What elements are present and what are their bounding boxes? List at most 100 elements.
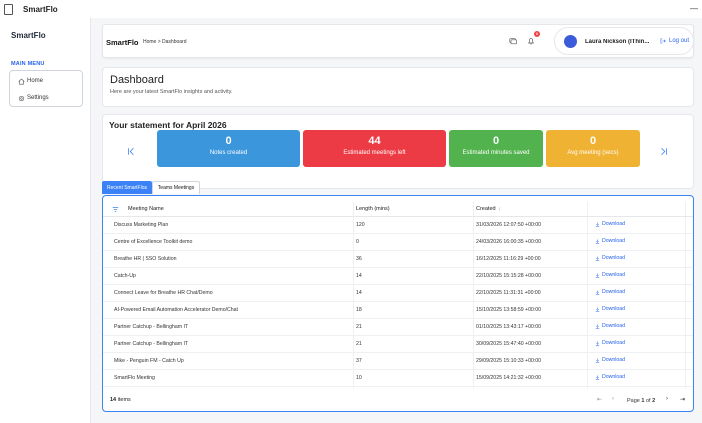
download-icon — [595, 290, 600, 295]
sidebar-item-label: Home — [27, 78, 44, 84]
logout-button[interactable]: Log out — [660, 38, 689, 44]
stat-minutes-saved: 0 Estimated minutes saved — [449, 130, 543, 167]
stat-value: 0 — [589, 135, 597, 147]
download-button[interactable]: Download — [595, 374, 625, 380]
meeting-created: 15/10/2025 13:58:59 +00:00 — [476, 307, 542, 313]
page-subtitle: Here are your latest SmartFlo insights a… — [110, 89, 233, 95]
main-menu-title: MAIN MENU — [11, 61, 45, 67]
main-menu: Home Settings — [9, 70, 83, 107]
title-bar: SmartFlo — — [0, 0, 702, 18]
table-row[interactable]: AI-Powered Email Automation Accelerator … — [103, 302, 693, 319]
download-label: Download — [602, 323, 626, 329]
table-row[interactable]: Centre of Excellence Toolkit demo 0 24/03/… — [103, 234, 693, 251]
first-page-icon[interactable] — [127, 147, 135, 156]
download-button[interactable]: Download — [595, 323, 625, 329]
sidebar-brand: SmartFlo — [11, 31, 46, 40]
meeting-length: 0 — [356, 239, 359, 245]
download-button[interactable]: Download — [595, 255, 625, 261]
table-footer: 14 items ⇤ ‹ Page 1 of 2 › ⇥ — [103, 391, 693, 409]
download-button[interactable]: Download — [595, 272, 625, 278]
filter-icon[interactable] — [112, 206, 119, 213]
meeting-created: 29/09/2025 15:10:33 +00:00 — [476, 358, 542, 364]
meeting-created: 24/03/2026 16:00:35 +00:00 — [476, 239, 542, 245]
download-label: Download — [602, 221, 626, 227]
messages-icon[interactable] — [509, 37, 517, 45]
stat-value: 0 — [492, 135, 500, 147]
item-count-label: items — [117, 397, 131, 403]
next-page-button[interactable]: › — [666, 396, 668, 402]
download-icon — [595, 341, 600, 346]
download-label: Download — [602, 374, 626, 380]
logout-icon — [660, 38, 666, 44]
meeting-length: 21 — [356, 324, 362, 330]
item-count-value: 14 — [110, 397, 117, 403]
download-button[interactable]: Download — [595, 289, 625, 295]
stat-notes-created: 0 Notes created — [157, 130, 300, 167]
download-icon — [595, 324, 600, 329]
stat-label: Notes created — [209, 150, 248, 156]
last-page-icon[interactable] — [660, 147, 668, 156]
tab-teams-meetings[interactable]: Teams Meetings — [152, 181, 200, 194]
meeting-name: SmartFlo Meeting — [114, 375, 155, 381]
download-button[interactable]: Download — [595, 340, 625, 346]
download-icon — [595, 358, 600, 363]
table-row[interactable]: Connect Leave for Breathe HR Chat/Demo 14… — [103, 285, 693, 302]
stat-label: Estimated meetings left — [343, 150, 406, 156]
dashboard-card: Dashboard Here are your latest SmartFlo … — [102, 67, 694, 107]
meeting-name: Mike - Penguin FM - Catch Up — [114, 358, 184, 364]
meeting-created: 31/03/2026 12:07:50 +00:00 — [476, 222, 542, 228]
download-button[interactable]: Download — [595, 238, 625, 244]
page-label: Page — [627, 398, 640, 404]
app-icon — [4, 3, 13, 15]
column-header-length[interactable]: Length (mins) — [356, 206, 390, 212]
meeting-created: 30/09/2025 15:47:40 +00:00 — [476, 341, 542, 347]
table-row[interactable]: Partner Catchup - Bellingham IT 21 01/10/2… — [103, 319, 693, 336]
table-row[interactable]: Mike - Penguin FM - Catch Up 37 29/09/2025… — [103, 353, 693, 370]
breadcrumb: Home > Dashboard — [143, 39, 187, 45]
window-title: SmartFlo — [23, 4, 58, 14]
download-icon — [595, 256, 600, 261]
download-button[interactable]: Download — [595, 357, 625, 363]
meeting-created: 22/10/2025 11:31:31 +00:00 — [476, 290, 541, 296]
download-label: Download — [602, 357, 626, 363]
logout-label: Log out — [669, 38, 690, 44]
page-indicator: Page 1 of 2 — [627, 398, 655, 404]
user-name: Laura Nickson (IThin... — [585, 39, 650, 45]
table-row[interactable]: Discuss Marketing Plan 120 31/03/2026 12:0… — [103, 217, 693, 234]
meeting-name: Breathe HR | SSO Solution — [114, 256, 177, 262]
meeting-length: 10 — [356, 375, 362, 381]
meeting-length: 120 — [356, 222, 365, 228]
meeting-length: 14 — [356, 273, 362, 279]
table-row[interactable]: Partner Catchup - Bellingham IT 21 30/09/2… — [103, 336, 693, 353]
statement-card: Your statement for April 2026 0 Notes cr… — [102, 114, 694, 189]
download-button[interactable]: Download — [595, 306, 625, 312]
first-page-button[interactable]: ⇤ — [597, 396, 602, 403]
column-header-name[interactable]: Meeting Name — [128, 206, 164, 212]
download-label: Download — [602, 255, 626, 261]
table-row[interactable]: SmartFlo Meeting 10 15/09/2025 14:21:32 +0… — [103, 370, 693, 387]
prev-page-button[interactable]: ‹ — [612, 396, 614, 402]
last-page-button[interactable]: ⇥ — [680, 396, 685, 403]
user-menu[interactable]: Laura Nickson (IThin... Log out — [554, 27, 694, 55]
download-label: Download — [602, 238, 626, 244]
stat-value: 0 — [225, 135, 232, 147]
download-label: Download — [602, 306, 626, 312]
top-header: SmartFlo Home > Dashboard 6 Laura Nickso… — [102, 24, 694, 58]
meeting-name: Partner Catchup - Bellingham IT — [114, 324, 189, 330]
sidebar-item-home[interactable]: Home — [18, 75, 43, 87]
sort-descending-icon[interactable]: ↓ — [498, 206, 501, 212]
meetings-table: Meeting Name Length (mins) Created ↓ Dis… — [102, 195, 694, 412]
table-row[interactable]: Breathe HR | SSO Solution 36 16/12/2025 11… — [103, 251, 693, 268]
home-icon — [18, 78, 25, 84]
meeting-created: 01/10/2025 13:43:17 +00:00 — [476, 324, 542, 330]
sidebar-item-settings[interactable]: Settings — [18, 92, 49, 104]
stat-meetings-left: 44 Estimated meetings left — [303, 130, 446, 167]
tab-recent-smartflos[interactable]: Recent SmartFlos — [102, 181, 152, 194]
table-header: Meeting Name Length (mins) Created ↓ — [103, 202, 693, 217]
stat-avg-meeting: 0 Avg meeting (secs) — [546, 130, 640, 167]
bell-icon[interactable] — [527, 37, 535, 45]
minimize-button[interactable]: — — [690, 4, 698, 13]
download-button[interactable]: Download — [595, 221, 625, 227]
column-header-created[interactable]: Created — [476, 206, 496, 212]
table-row[interactable]: Catch-Up 14 22/10/2025 15:15:28 +00:00 Down… — [103, 268, 693, 285]
